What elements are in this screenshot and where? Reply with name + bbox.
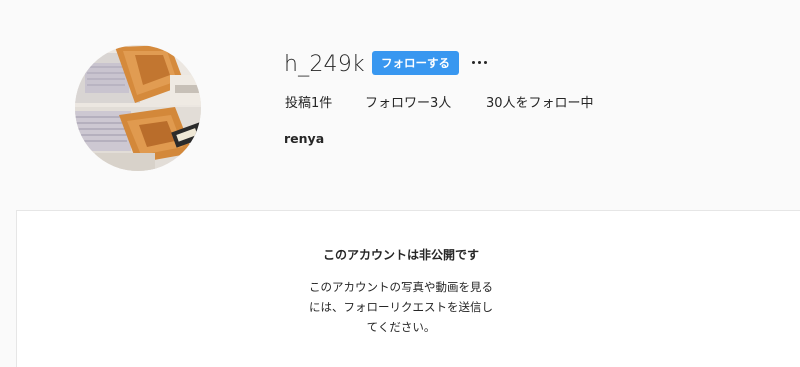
follow-button[interactable]: フォローする	[372, 51, 459, 75]
profile-full-name: renya	[284, 131, 325, 146]
ellipsis-dot	[484, 61, 487, 64]
following-count[interactable]: 30人をフォロー中	[486, 96, 594, 112]
private-account-description: このアカウントの写真や動画を見る には、フォローリクエストを送信し てください。	[301, 277, 501, 337]
posts-count: 投稿1件	[285, 96, 333, 111]
followers-count[interactable]: フォロワー3人	[365, 96, 451, 112]
private-desc-line: このアカウントの写真や動画を見る	[309, 280, 493, 294]
more-options-icon[interactable]	[471, 54, 489, 70]
private-desc-line: には、フォローリクエストを送信し	[309, 300, 493, 314]
ellipsis-dot	[478, 61, 481, 64]
private-desc-line: てください。	[366, 320, 436, 334]
ellipsis-dot	[472, 61, 475, 64]
profile-avatar[interactable]	[75, 45, 201, 171]
avatar-photo	[75, 45, 201, 171]
profile-page: h_249k フォローする 投稿1件 フォロワー3人 30人をフォロー中 ren…	[0, 0, 800, 367]
private-account-card: このアカウントは非公開です このアカウントの写真や動画を見る には、フォローリク…	[16, 210, 800, 367]
profile-username: h_249k	[284, 52, 365, 77]
private-account-title: このアカウントは非公開です	[322, 248, 479, 262]
